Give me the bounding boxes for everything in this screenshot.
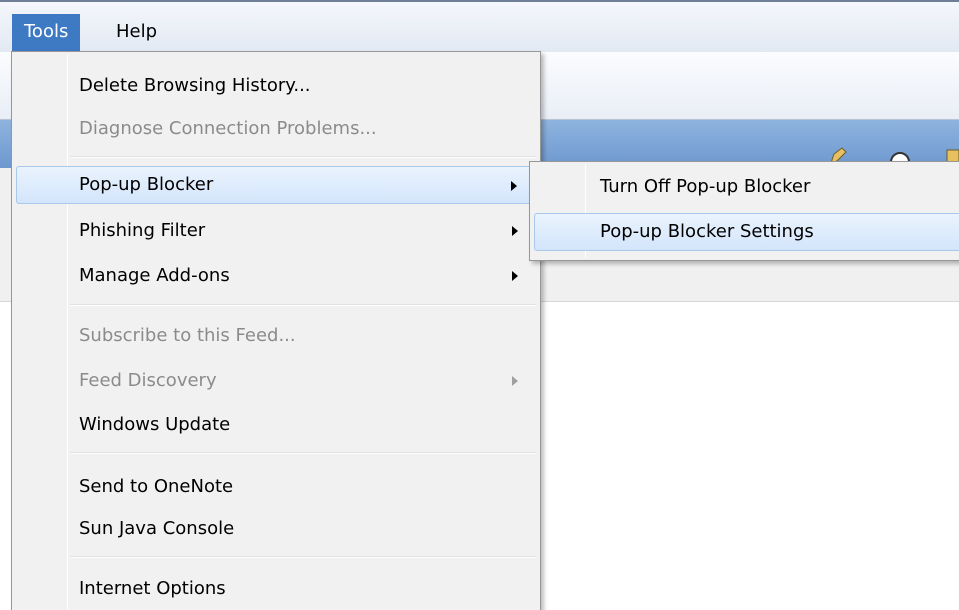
menu-item-sun-java-console[interactable]: Sun Java Console bbox=[16, 510, 536, 548]
menu-item-popup-blocker-settings[interactable]: Pop-up Blocker Settings bbox=[534, 213, 959, 251]
menu-item-delete-browsing-history[interactable]: Delete Browsing History... bbox=[16, 67, 536, 105]
menu-item-label: Pop-up Blocker bbox=[79, 174, 214, 195]
menu-separator bbox=[70, 304, 536, 306]
menu-item-diagnose-connection-problems: Diagnose Connection Problems... bbox=[16, 110, 536, 148]
menu-separator bbox=[70, 556, 536, 558]
menu-item-label: Manage Add-ons bbox=[79, 265, 230, 286]
menu-item-label: Phishing Filter bbox=[79, 220, 206, 241]
submenu-arrow-icon bbox=[512, 271, 518, 281]
submenu-arrow-icon bbox=[512, 226, 518, 236]
menu-item-manage-add-ons[interactable]: Manage Add-ons bbox=[16, 257, 536, 295]
menu-item-windows-update[interactable]: Windows Update bbox=[16, 406, 536, 444]
menu-separator bbox=[70, 452, 536, 454]
menu-item-phishing-filter[interactable]: Phishing Filter bbox=[16, 212, 536, 250]
menu-item-turn-off-popup-blocker[interactable]: Turn Off Pop-up Blocker bbox=[534, 168, 959, 206]
popup-blocker-submenu: Turn Off Pop-up Blocker Pop-up Blocker S… bbox=[529, 161, 959, 261]
menu-item-label: Diagnose Connection Problems... bbox=[79, 118, 377, 139]
menu-item-label: Subscribe to this Feed... bbox=[79, 325, 296, 346]
menu-item-label: Send to OneNote bbox=[79, 476, 234, 497]
tools-menu: Delete Browsing History... Diagnose Conn… bbox=[11, 51, 541, 610]
menu-item-label: Pop-up Blocker Settings bbox=[600, 221, 814, 242]
menu-bar: Tools Help bbox=[0, 0, 959, 52]
menu-separator bbox=[70, 156, 536, 158]
menu-item-send-to-onenote[interactable]: Send to OneNote bbox=[16, 468, 536, 506]
menu-item-label: Internet Options bbox=[79, 578, 226, 599]
submenu-arrow-icon bbox=[511, 181, 517, 191]
menu-tools[interactable]: Tools bbox=[12, 14, 81, 52]
menu-item-label: Windows Update bbox=[79, 414, 231, 435]
submenu-arrow-icon bbox=[512, 376, 518, 386]
menu-item-popup-blocker[interactable]: Pop-up Blocker bbox=[16, 166, 536, 204]
menu-item-label: Turn Off Pop-up Blocker bbox=[600, 176, 811, 197]
menu-item-label: Feed Discovery bbox=[79, 370, 217, 391]
menu-item-internet-options[interactable]: Internet Options bbox=[16, 570, 536, 608]
menu-item-subscribe-to-feed: Subscribe to this Feed... bbox=[16, 317, 536, 355]
menu-item-label: Delete Browsing History... bbox=[79, 75, 311, 96]
menu-help[interactable]: Help bbox=[104, 14, 169, 50]
menu-item-feed-discovery: Feed Discovery bbox=[16, 362, 536, 400]
menu-item-label: Sun Java Console bbox=[79, 518, 235, 539]
